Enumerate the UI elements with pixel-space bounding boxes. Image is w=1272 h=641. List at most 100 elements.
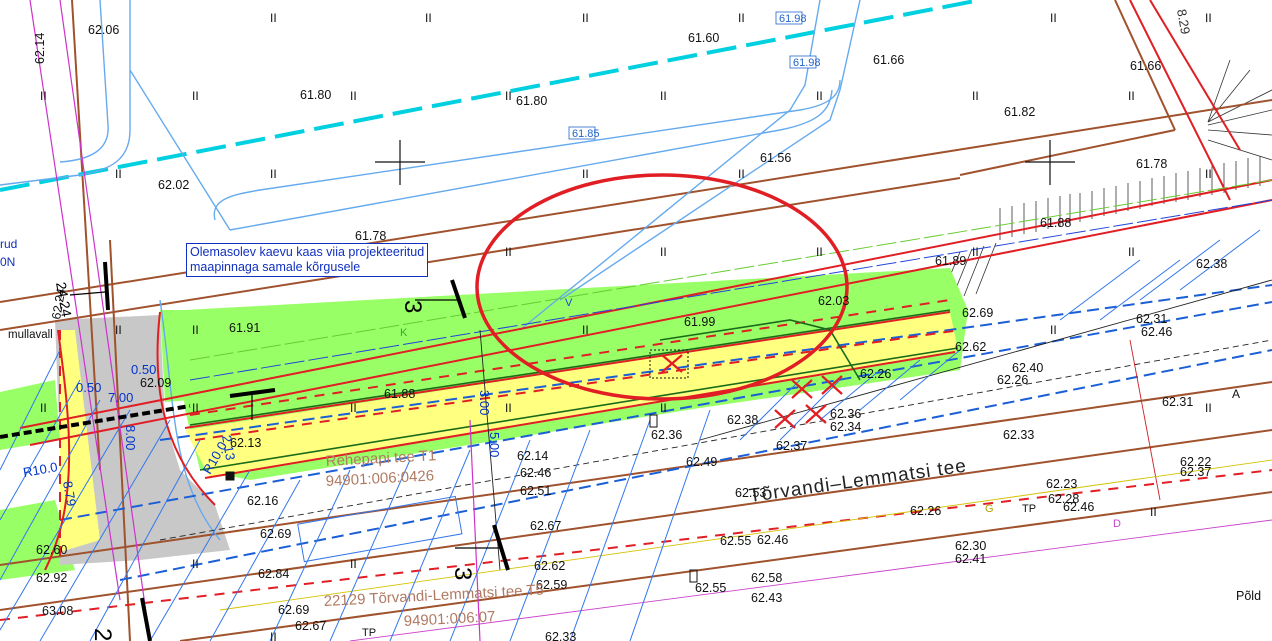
svg-text:II: II	[582, 11, 589, 25]
svg-text:II: II	[270, 11, 277, 25]
svg-text:II: II	[660, 245, 667, 259]
spot-elevation: 62.46	[520, 466, 551, 480]
spot-elevation: 61.80	[300, 88, 331, 102]
parcel-code: 94901:006:07	[403, 608, 496, 630]
spot-elevation: 61.66	[1130, 59, 1161, 73]
dimension: 0.50	[76, 380, 101, 395]
svg-text:II: II	[192, 557, 199, 571]
spot-elevation: 62.36	[830, 407, 861, 421]
svg-text:II: II	[816, 89, 823, 103]
spot-elevation: 62.06	[88, 23, 119, 37]
dimension: 8.00	[123, 425, 138, 450]
svg-text:II: II	[115, 167, 122, 181]
svg-text:II: II	[192, 323, 199, 337]
site-plan-drawing: II II II II II II II II II II II II II II II II II II…	[0, 0, 1272, 641]
spot-elevation: 62.33	[1003, 428, 1034, 442]
spot-elevation: 62.58	[751, 571, 782, 585]
spot-elevation: 62.14	[517, 449, 548, 463]
spot-elevation: 62.09	[140, 376, 171, 390]
svg-text:II: II	[350, 557, 357, 571]
svg-text:II: II	[115, 323, 122, 337]
spot-elevation: 62.51	[520, 484, 551, 498]
parcel-code: 94901:006:0426	[325, 467, 434, 490]
storm-pipe	[0, 0, 981, 192]
spot-elevation: 62.46	[757, 533, 788, 547]
spot-elevation: 61.88	[384, 387, 415, 401]
spot-elevation: 61.66	[873, 53, 904, 67]
svg-text:II: II	[505, 245, 512, 259]
svg-text:II: II	[1150, 505, 1157, 519]
spot-elevation: 62.26	[910, 504, 941, 518]
spot-elevation: 61.80	[516, 94, 547, 108]
spot-elevation: 62.26	[860, 367, 891, 381]
parcel-labels: Rehepapi tee T1 94901:006:0426 22129 Tõr…	[323, 447, 1261, 630]
utility-label: 61.85	[572, 128, 600, 140]
callout-line-2: maapinnaga samale kõrgusele	[190, 260, 361, 274]
spot-elevation: 62.23	[1046, 477, 1077, 491]
spot-elevation: 62.14	[33, 33, 47, 64]
svg-text:II: II	[738, 11, 745, 25]
dimension: 5.00	[487, 432, 502, 457]
utility-label: 61.98	[779, 13, 807, 25]
utility-label: 61.98	[793, 57, 821, 69]
svg-text:II: II	[505, 89, 512, 103]
spot-elevation: 62.43	[751, 591, 782, 605]
svg-text:II: II	[660, 89, 667, 103]
spot-elevation: 62.69	[962, 306, 993, 320]
dimension: R10.0	[22, 459, 59, 480]
spot-elevation: 62.46	[1063, 500, 1094, 514]
svg-text:II: II	[582, 167, 589, 181]
spot-elevation: 62.31	[1136, 312, 1167, 326]
spot-elevation: 62.37	[776, 439, 807, 453]
spot-elevation: 62.69	[278, 603, 309, 617]
svg-text:II: II	[972, 89, 979, 103]
street-name: Tõrvandi–Lemmatsi tee	[748, 456, 968, 507]
spot-elevation: 62.26	[997, 373, 1028, 387]
spot-elevation: 62.36	[651, 428, 682, 442]
margin-label: mullavall	[8, 329, 53, 341]
spot-elevation: 62.62	[534, 559, 565, 573]
green-verge-left	[0, 380, 60, 450]
svg-text:II: II	[972, 245, 979, 259]
map-canvas[interactable]: { "note": { "line1": "Olemasolev kaevu k…	[0, 0, 1272, 641]
svg-text:II: II	[1205, 401, 1212, 415]
spot-elevation: 61.88	[1040, 216, 1071, 230]
margin-label: 0N	[0, 255, 15, 269]
spot-elevation: 62.41	[955, 552, 986, 566]
svg-text:II: II	[1128, 89, 1135, 103]
dimension: 7.00	[108, 390, 133, 405]
svg-text:II: II	[270, 167, 277, 181]
spot-elevation: 62.02	[158, 178, 189, 192]
svg-text:II: II	[1205, 167, 1212, 181]
dimension: 8.29	[1174, 8, 1193, 36]
margin-label: rud	[0, 237, 17, 251]
svg-text:II: II	[660, 401, 667, 415]
svg-text:II: II	[192, 89, 199, 103]
spot-elevation: 61.82	[1004, 105, 1035, 119]
utility-label: G	[985, 503, 994, 515]
svg-text:II: II	[350, 401, 357, 415]
spot-elevation: 62.38	[727, 413, 758, 427]
utility-label: TP	[362, 627, 376, 639]
spot-elevation: 62.16	[247, 494, 278, 508]
svg-text:II: II	[582, 323, 589, 337]
svg-text:II: II	[505, 401, 512, 415]
spot-elevation: 62.67	[295, 619, 326, 633]
spot-elevation: 61.78	[1136, 157, 1167, 171]
spot-elevation: 61.91	[229, 321, 260, 335]
svg-text:II: II	[1050, 11, 1057, 25]
dimension: 3.00	[477, 390, 492, 415]
spot-elevation: 61.56	[760, 151, 791, 165]
spot-elevation: 63.08	[42, 604, 73, 618]
spot-elevation: 62.46	[1141, 325, 1172, 339]
svg-text:II: II	[350, 89, 357, 103]
svg-text:II: II	[1050, 323, 1057, 337]
svg-text:II: II	[1205, 11, 1212, 25]
svg-text:II: II	[1128, 245, 1135, 259]
utility-label: TP	[1022, 503, 1036, 515]
section-number: 2	[89, 628, 116, 641]
spot-elevation: 62.92	[36, 571, 67, 585]
spot-elevation: 62.30	[955, 539, 986, 553]
spot-elevation: 62.34	[830, 420, 861, 434]
spot-elevation: 62.38	[1196, 257, 1227, 271]
